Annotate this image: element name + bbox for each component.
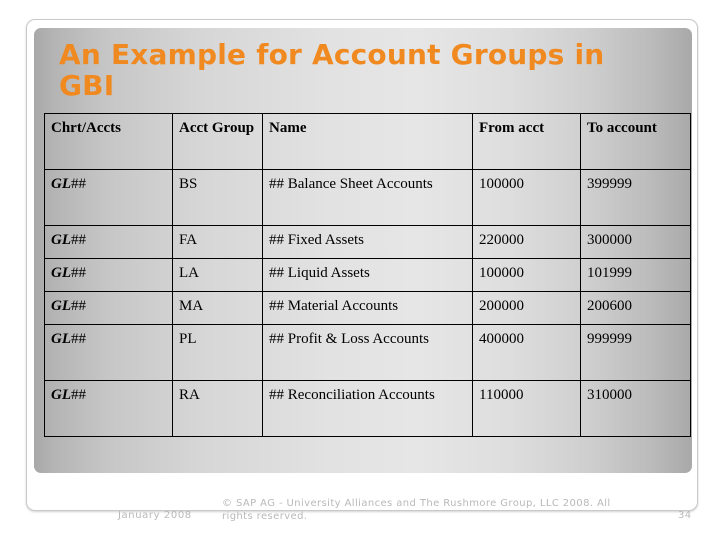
table-row: GL## RA ## Reconciliation Accounts 11000… bbox=[44, 380, 691, 437]
table-row: GL## LA ## Liquid Assets 100000 101999 bbox=[44, 258, 691, 292]
gl-suffix: ## bbox=[71, 176, 86, 192]
cell-acct-group: MA bbox=[172, 291, 263, 325]
table-row: GL## BS ## Balance Sheet Accounts 100000… bbox=[44, 169, 691, 226]
table-row: GL## PL ## Profit & Loss Accounts 400000… bbox=[44, 324, 691, 381]
gl-prefix: GL bbox=[51, 176, 71, 192]
cell-to-account: 999999 bbox=[580, 324, 691, 381]
gl-suffix: ## bbox=[71, 298, 86, 314]
gl-prefix: GL bbox=[51, 298, 71, 314]
column-header-acct-group: Acct Group bbox=[172, 113, 263, 170]
cell-name: ## Liquid Assets bbox=[262, 258, 473, 292]
slide-card: An Example for Account Groups in GBI Chr… bbox=[26, 19, 698, 511]
gl-suffix: ## bbox=[71, 387, 86, 403]
cell-chrt-accts: GL## bbox=[44, 291, 173, 325]
cell-to-account: 300000 bbox=[580, 225, 691, 259]
footer-page-number: 34 bbox=[678, 510, 692, 521]
column-header-from-acct: From acct bbox=[472, 113, 581, 170]
table-row: GL## FA ## Fixed Assets 220000 300000 bbox=[44, 225, 691, 259]
cell-chrt-accts: GL## bbox=[44, 258, 173, 292]
cell-from-acct: 200000 bbox=[472, 291, 581, 325]
cell-name: ## Balance Sheet Accounts bbox=[262, 169, 473, 226]
cell-from-acct: 220000 bbox=[472, 225, 581, 259]
account-groups-table: Chrt/Accts Acct Group Name From acct To … bbox=[44, 113, 691, 437]
cell-acct-group: FA bbox=[172, 225, 263, 259]
gl-suffix: ## bbox=[71, 331, 86, 347]
gl-prefix: GL bbox=[51, 387, 71, 403]
cell-acct-group: BS bbox=[172, 169, 263, 226]
cell-from-acct: 400000 bbox=[472, 324, 581, 381]
cell-name: ## Reconciliation Accounts bbox=[262, 380, 473, 437]
column-header-to-account: To account bbox=[580, 113, 691, 170]
cell-name: ## Material Accounts bbox=[262, 291, 473, 325]
gl-suffix: ## bbox=[71, 232, 86, 248]
table-header-row: Chrt/Accts Acct Group Name From acct To … bbox=[44, 113, 691, 170]
cell-chrt-accts: GL## bbox=[44, 169, 173, 226]
cell-to-account: 200600 bbox=[580, 291, 691, 325]
cell-name: ## Fixed Assets bbox=[262, 225, 473, 259]
column-header-name: Name bbox=[262, 113, 473, 170]
cell-from-acct: 110000 bbox=[472, 380, 581, 437]
cell-from-acct: 100000 bbox=[472, 258, 581, 292]
cell-name: ## Profit & Loss Accounts bbox=[262, 324, 473, 381]
gl-prefix: GL bbox=[51, 232, 71, 248]
cell-from-acct: 100000 bbox=[472, 169, 581, 226]
cell-chrt-accts: GL## bbox=[44, 324, 173, 381]
cell-acct-group: PL bbox=[172, 324, 263, 381]
slide-content-panel: An Example for Account Groups in GBI Chr… bbox=[34, 28, 692, 473]
cell-to-account: 310000 bbox=[580, 380, 691, 437]
cell-to-account: 101999 bbox=[580, 258, 691, 292]
footer-date: January 2008 bbox=[118, 510, 192, 521]
cell-acct-group: RA bbox=[172, 380, 263, 437]
column-header-chrt-accts: Chrt/Accts bbox=[44, 113, 173, 170]
gl-prefix: GL bbox=[51, 331, 71, 347]
page-title: An Example for Account Groups in GBI bbox=[59, 38, 605, 102]
table-row: GL## MA ## Material Accounts 200000 2006… bbox=[44, 291, 691, 325]
table-body: GL## BS ## Balance Sheet Accounts 100000… bbox=[44, 169, 691, 437]
cell-to-account: 399999 bbox=[580, 169, 691, 226]
gl-prefix: GL bbox=[51, 265, 71, 281]
cell-chrt-accts: GL## bbox=[44, 380, 173, 437]
cell-acct-group: LA bbox=[172, 258, 263, 292]
cell-chrt-accts: GL## bbox=[44, 225, 173, 259]
gl-suffix: ## bbox=[71, 265, 86, 281]
